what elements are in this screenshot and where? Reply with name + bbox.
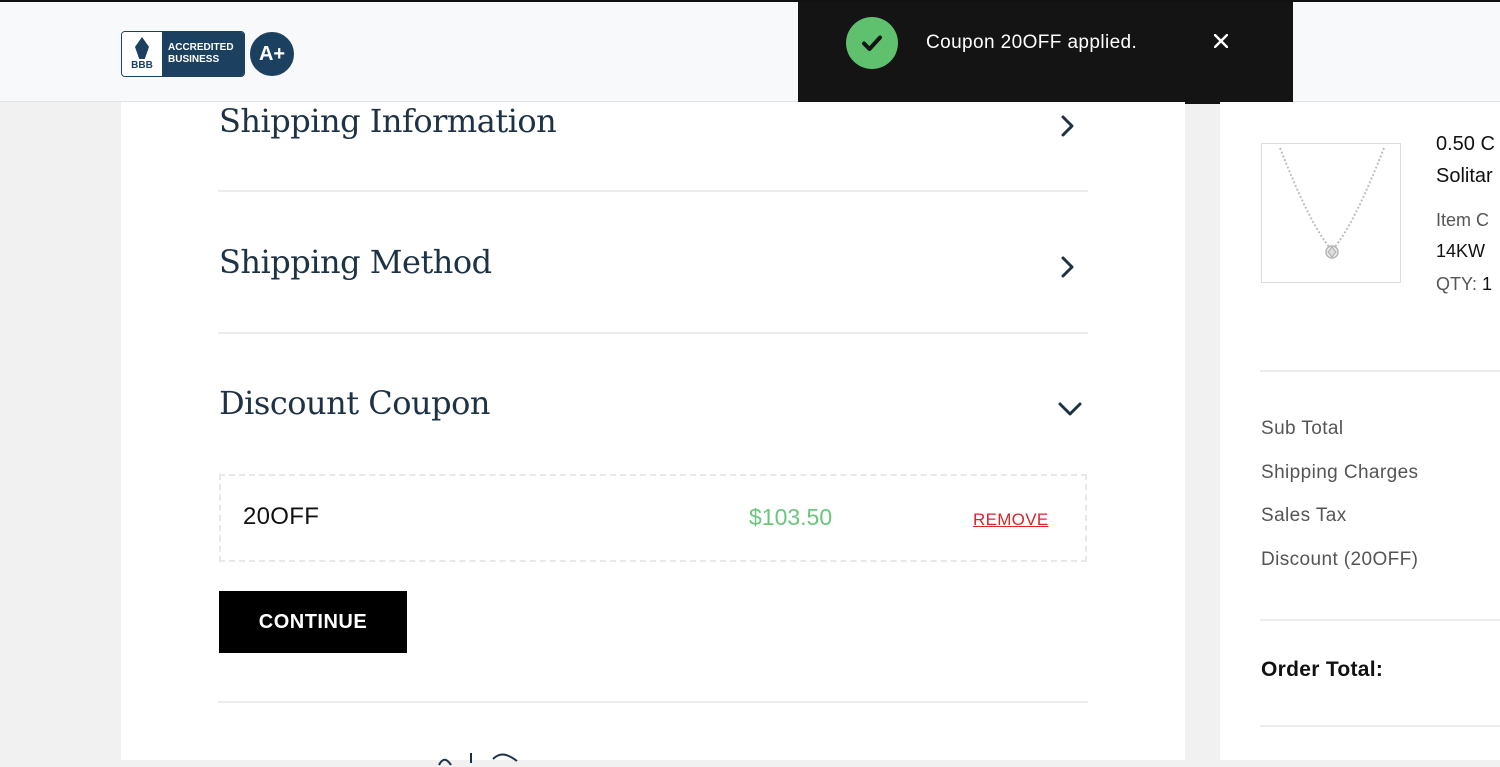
applied-coupon-card: 20OFF $103.50 REMOVE (219, 474, 1087, 562)
bbb-accredited-text: ACCREDITED (168, 42, 234, 53)
sales-tax-label: Sales Tax (1261, 505, 1347, 526)
bbb-logo: BBB ACCREDITED BUSINESS (121, 31, 245, 77)
coupon-code: 20OFF (243, 503, 320, 530)
bbb-letters: BBB (131, 60, 153, 71)
next-section-heading-partial (431, 747, 631, 767)
subtotal-label: Sub Total (1261, 418, 1344, 439)
product-image[interactable] (1261, 143, 1401, 283)
product-name[interactable]: 0.50 C Solitar (1436, 128, 1495, 192)
product-quantity: QTY: 1 (1436, 274, 1492, 295)
coupon-discount-amount: $103.50 (749, 504, 833, 530)
bbb-torch-icon: BBB (122, 32, 162, 76)
product-name-line2: Solitar (1436, 165, 1493, 187)
continue-button[interactable]: CONTINUE (219, 591, 407, 653)
bbb-business-text: BUSINESS (168, 54, 220, 65)
order-total-label: Order Total: (1261, 658, 1384, 681)
remove-coupon-link[interactable]: REMOVE (973, 510, 1048, 530)
chevron-down-icon[interactable] (1057, 397, 1082, 421)
summary-divider (1260, 725, 1500, 727)
qty-label: QTY: (1436, 274, 1478, 294)
checkout-steps-panel: Shipping Information Shipping Method Dis… (121, 102, 1185, 766)
chevron-right-icon[interactable] (1055, 255, 1079, 279)
section-divider (218, 190, 1088, 192)
bbb-rating-badge: A+ (248, 30, 296, 78)
shipping-information-heading[interactable]: Shipping Information (219, 102, 557, 140)
product-name-line1: 0.50 C (1436, 133, 1495, 155)
order-summary-panel: 0.50 C Solitar Item C 14KW QTY: 1 Sub To… (1220, 102, 1500, 760)
coupon-toast-notification: Coupon 20OFF applied. (798, 2, 1293, 104)
section-divider (218, 332, 1088, 334)
bbb-accreditation-badge[interactable]: BBB ACCREDITED BUSINESS A+ (121, 30, 296, 78)
section-divider (218, 701, 1088, 703)
site-header: BBB ACCREDITED BUSINESS A+ Coupon 20OFF … (0, 0, 1500, 104)
product-item-code: Item C (1436, 210, 1490, 230)
shipping-charges-label: Shipping Charges (1261, 462, 1419, 483)
discount-coupon-heading[interactable]: Discount Coupon (219, 384, 490, 422)
shipping-method-heading[interactable]: Shipping Method (219, 243, 492, 281)
qty-value: 1 (1482, 274, 1493, 294)
close-icon[interactable] (1210, 30, 1232, 52)
discount-label: Discount (20OFF) (1261, 549, 1419, 570)
chevron-right-icon[interactable] (1055, 114, 1079, 138)
summary-divider (1260, 370, 1500, 372)
toast-message: Coupon 20OFF applied. (926, 32, 1138, 53)
summary-divider (1260, 619, 1500, 621)
check-icon (846, 17, 898, 69)
product-metal: 14KW (1436, 241, 1486, 261)
